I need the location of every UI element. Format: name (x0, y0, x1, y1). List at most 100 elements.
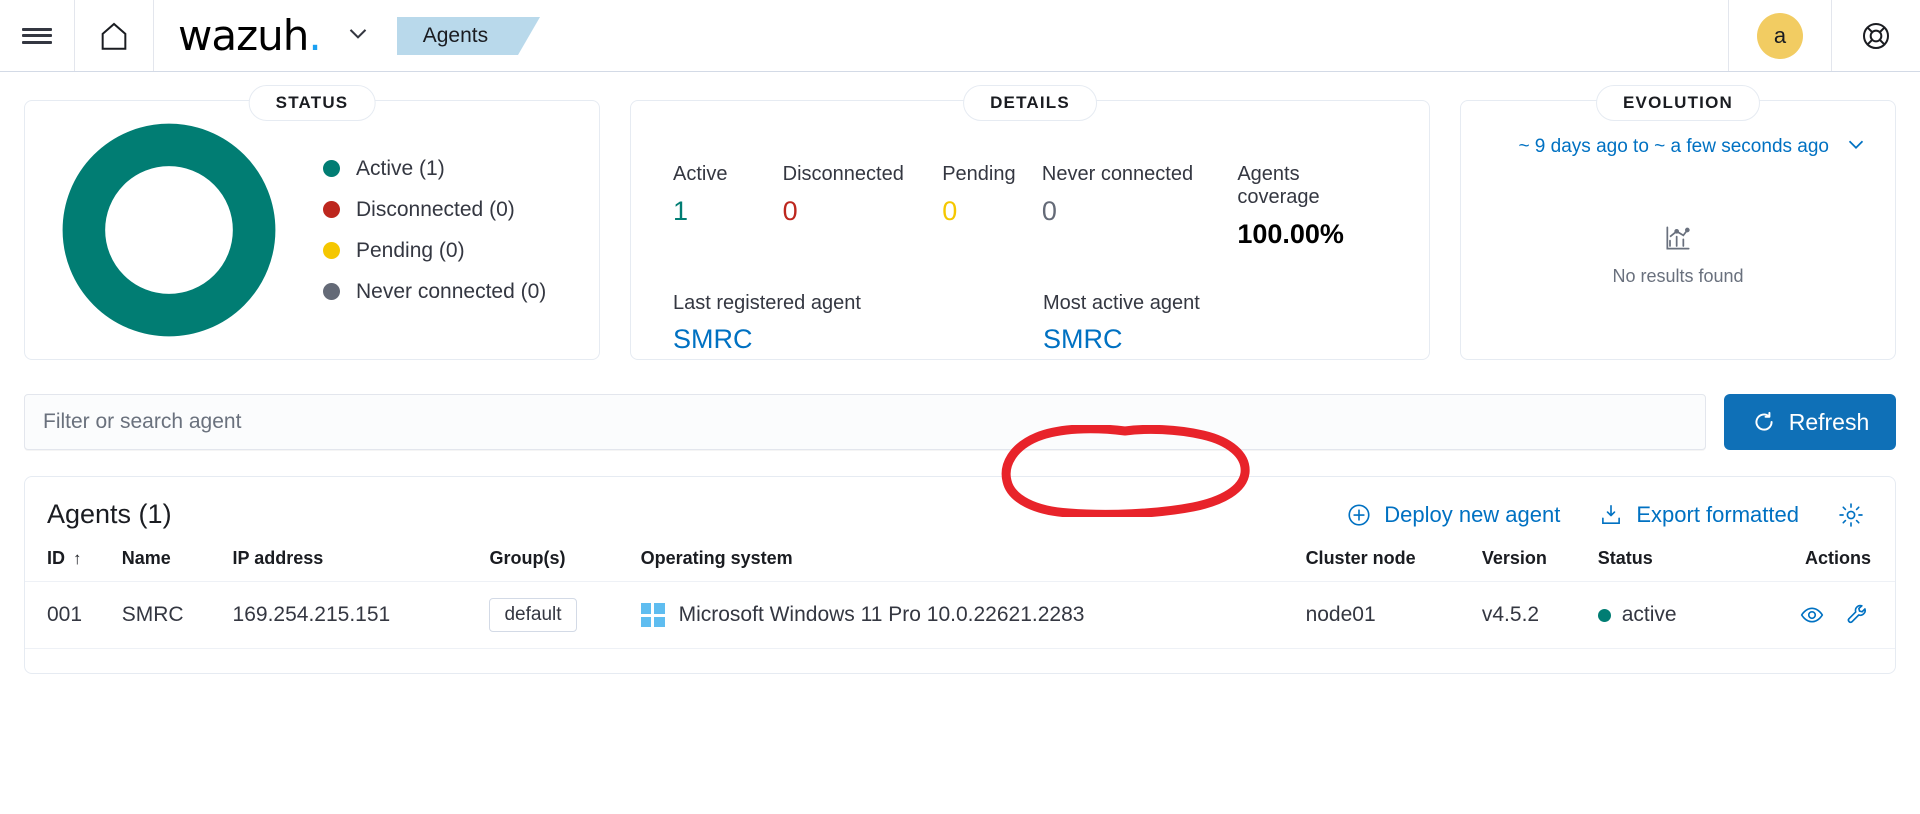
column-header-ip-address[interactable]: IP address (233, 538, 490, 582)
column-header-id[interactable]: ID ↑ (25, 538, 122, 582)
search-input[interactable] (24, 394, 1706, 450)
agents-table-title: Agents (1) (47, 499, 172, 529)
status-badge: active (1621, 603, 1677, 626)
cell-groups: default (489, 581, 641, 649)
status-panel-title: STATUS (248, 85, 376, 121)
user-menu-button[interactable]: a (1729, 0, 1831, 71)
last-registered-agent: Last registered agent SMRC (673, 292, 1043, 355)
legend-item[interactable]: Disconnected (0) (323, 198, 546, 222)
deploy-new-agent-label: Deploy new agent (1384, 501, 1561, 527)
metric-never-connected[interactable]: Never connected 0 (1042, 163, 1237, 250)
export-formatted-button[interactable]: Export formatted (1598, 502, 1799, 528)
legend-dot-active (323, 160, 340, 177)
cell-operating-system: Microsoft Windows 11 Pro 10.0.22621.2283 (640, 581, 1306, 649)
summary-panels: STATUS Active (1) Disconnected (0) Pendi… (24, 72, 1896, 360)
windows-icon (640, 603, 665, 627)
last-registered-agent-link[interactable]: SMRC (673, 324, 1043, 355)
cell-status: active (1597, 581, 1775, 649)
chart-icon (1666, 225, 1690, 250)
evolution-empty-state: No results found (1487, 149, 1869, 359)
legend-item[interactable]: Pending (0) (323, 239, 546, 263)
plus-in-circle-icon (1348, 503, 1370, 526)
metric-value: 100.00% (1237, 219, 1344, 249)
column-header-version[interactable]: Version (1482, 538, 1598, 582)
most-active-agent-link[interactable]: SMRC (1043, 324, 1200, 355)
eye-icon (1800, 607, 1824, 623)
legend-dot-never-connected (323, 283, 340, 300)
export-icon (1602, 504, 1621, 524)
cell-version: v4.5.2 (1481, 581, 1598, 649)
refresh-button[interactable]: Refresh (1724, 394, 1896, 450)
sort-ascending-icon: ↑ (73, 549, 82, 568)
column-label: ID (47, 548, 65, 568)
metric-value: 0 (942, 196, 958, 226)
avatar: a (1757, 12, 1803, 59)
cell-cluster-node: node01 (1305, 581, 1482, 649)
export-formatted-label: Export formatted (1636, 501, 1799, 527)
deploy-new-agent-button[interactable]: Deploy new agent (1346, 502, 1560, 528)
wazuh-logo[interactable]: wazuh. (154, 14, 329, 57)
legend-item[interactable]: Never connected (0) (323, 280, 546, 304)
agents-table-header: ID ↑ Name IP address Group(s) Operating s… (25, 538, 1895, 582)
legend-label-active: Active (1) (356, 156, 445, 180)
table-settings-button[interactable] (1837, 501, 1865, 529)
menu-button[interactable] (0, 0, 74, 71)
cell-id: 001 (25, 581, 122, 649)
legend-item[interactable]: Active (1) (323, 157, 546, 181)
wazuh-logo-dot: . (308, 10, 321, 60)
metric-pending[interactable]: Pending 0 (942, 163, 1042, 250)
refresh-label: Refresh (1788, 408, 1870, 435)
wrench-icon (1847, 604, 1866, 624)
column-header-actions: Actions (1804, 548, 1871, 568)
evolution-panel: EVOLUTION ~ 9 days ago to ~ a few second… (1460, 85, 1896, 360)
group-badge[interactable]: default (489, 598, 577, 632)
status-panel: STATUS Active (1) Disconnected (0) Pendi… (24, 85, 600, 360)
column-header-name[interactable]: Name (122, 538, 233, 582)
column-header-groups[interactable]: Group(s) (489, 538, 640, 582)
configure-agent-button[interactable] (1845, 602, 1871, 628)
details-agent-links: Last registered agent SMRC Most active a… (673, 292, 1387, 355)
chevron-down-icon (349, 29, 366, 39)
operating-system-label: Microsoft Windows 11 Pro 10.0.22621.2283 (678, 603, 1085, 626)
home-button[interactable] (75, 0, 153, 71)
metric-label: Active (673, 163, 728, 185)
column-header-cluster-node[interactable]: Cluster node (1306, 538, 1482, 582)
help-button[interactable] (1832, 0, 1920, 71)
agent-status-donut-chart (62, 123, 276, 337)
cell-ip-address: 169.254.215.151 (232, 581, 490, 649)
most-active-agent: Most active agent SMRC (1043, 292, 1200, 355)
metric-active[interactable]: Active 1 (673, 163, 783, 250)
column-header-operating-system[interactable]: Operating system (641, 538, 1306, 582)
hamburger-icon (22, 25, 52, 47)
refresh-icon (1755, 411, 1773, 431)
metric-disconnected[interactable]: Disconnected 0 (783, 163, 943, 250)
top-navigation-bar: wazuh. Agents a (0, 0, 1920, 72)
status-dot (1597, 608, 1611, 622)
breadcrumb-agents[interactable]: Agents (396, 16, 541, 55)
metric-label: Disconnected (782, 163, 904, 185)
table-header-row: ID ↑ Name IP address Group(s) Operating s… (25, 538, 1895, 582)
legend-label-never-connected: Never connected (0) (356, 279, 547, 303)
cell-name[interactable]: SMRC (121, 581, 233, 649)
evolution-panel-title: EVOLUTION (1596, 85, 1760, 121)
table-row[interactable]: 001 SMRC 169.254.215.151 default Microso… (25, 581, 1895, 649)
agents-table-body: 001 SMRC 169.254.215.151 default Microso… (25, 581, 1895, 649)
legend-label-disconnected: Disconnected (0) (356, 197, 515, 221)
evolution-empty-text: No results found (1612, 265, 1744, 286)
app-switcher-button[interactable] (343, 18, 373, 53)
help-lifebuoy-icon (1863, 22, 1889, 49)
last-registered-label: Last registered agent (673, 292, 861, 314)
metric-value: 0 (782, 196, 798, 226)
status-legend: Active (1) Disconnected (0) Pending (0) … (323, 140, 546, 321)
agents-table-toolbar: Agents (1) Deploy new agent Export forma… (25, 477, 1895, 538)
details-panel-title: DETAILS (963, 85, 1097, 121)
view-agent-button[interactable] (1799, 602, 1825, 628)
metric-label: Agents coverage (1237, 163, 1320, 208)
column-header-status[interactable]: Status (1598, 538, 1774, 582)
most-active-label: Most active agent (1043, 292, 1200, 314)
avatar-initial: a (1773, 22, 1787, 48)
metric-label: Never connected (1041, 163, 1194, 185)
legend-dot-pending (323, 242, 340, 259)
details-panel: DETAILS Active 1 Disconnected 0 Pending … (630, 85, 1430, 360)
search-row: Refresh (24, 394, 1896, 450)
